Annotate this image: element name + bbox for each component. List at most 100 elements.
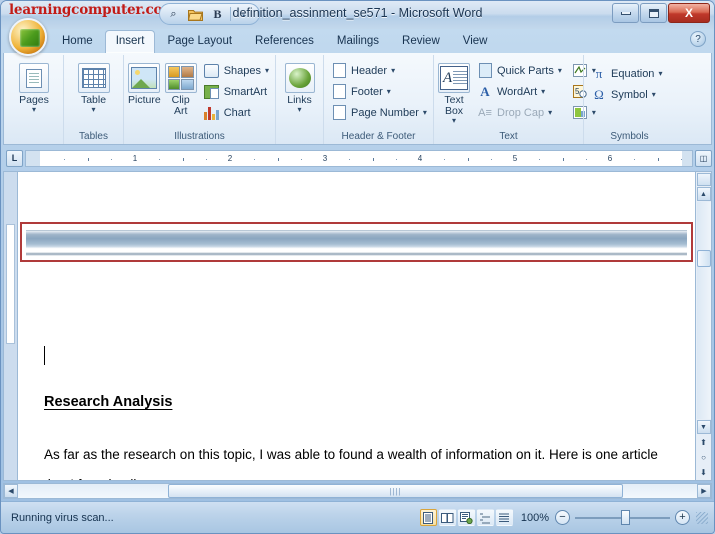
shapes-caret-icon[interactable]: ▾: [265, 66, 269, 75]
ruler-tick: [301, 158, 303, 160]
tab-view[interactable]: View: [452, 30, 499, 53]
links-icon: [284, 63, 315, 93]
clip-art-button[interactable]: Clip Art: [164, 58, 198, 118]
ruler-number: 5: [512, 153, 518, 163]
drop-cap-caret-icon[interactable]: ▾: [548, 108, 552, 117]
picture-button[interactable]: Picture: [127, 58, 162, 107]
vertical-scroll-track[interactable]: [696, 202, 711, 419]
wordart-caret-icon[interactable]: ▾: [541, 87, 545, 96]
table-caret-icon[interactable]: ▾: [91, 106, 95, 114]
tab-review[interactable]: Review: [391, 30, 451, 53]
maximize-button[interactable]: [640, 3, 667, 23]
zoom-level-label[interactable]: 100%: [521, 512, 549, 524]
symbol-button[interactable]: Ω Symbol ▾: [587, 84, 666, 105]
web-layout-view-button[interactable]: [457, 509, 475, 526]
drop-cap-label: Drop Cap: [497, 106, 545, 119]
smartart-label: SmartArt: [223, 85, 268, 98]
chart-icon: [204, 105, 220, 121]
scroll-up-button[interactable]: ▲: [696, 187, 711, 201]
links-caret-icon[interactable]: ▾: [297, 106, 301, 114]
office-logo-icon: [20, 29, 40, 47]
title-bar: learningcomputer.com ⌕ B ▾ definition_as…: [1, 1, 714, 29]
vertical-scrollbar[interactable]: ▲ ▼ ⬆ ○ ⬇: [696, 171, 712, 481]
zoom-in-button[interactable]: +: [675, 510, 690, 525]
ruler-number: 4: [417, 153, 423, 163]
text-box-button[interactable]: A Text Box ▾: [437, 58, 471, 126]
footer-icon: [331, 84, 347, 100]
pages-button[interactable]: Pages ▾: [11, 58, 57, 115]
zoom-slider[interactable]: [575, 510, 670, 525]
picture-icon: [128, 63, 161, 93]
document-page[interactable]: Research Analysis As far as the research…: [17, 171, 696, 481]
tab-mailings[interactable]: Mailings: [326, 30, 390, 53]
table-button[interactable]: Table ▾: [71, 58, 117, 115]
scroll-left-button[interactable]: ◀: [4, 484, 18, 498]
tab-page-layout[interactable]: Page Layout: [156, 30, 243, 53]
ribbon-group-illustrations: Picture Clip Art Shapes ▾ SmartArt Chart…: [123, 55, 275, 144]
next-object-button[interactable]: ⬇: [697, 466, 710, 479]
horizontal-scroll-thumb[interactable]: ||||: [168, 484, 623, 498]
links-button[interactable]: Links ▾: [279, 58, 320, 115]
ruler-tick: [443, 158, 445, 160]
header-caret-icon[interactable]: ▾: [391, 66, 395, 75]
pages-icon: [19, 63, 49, 93]
equation-caret-icon[interactable]: ▾: [658, 69, 662, 78]
full-screen-reading-view-button[interactable]: [438, 509, 456, 526]
tab-selector-button[interactable]: L: [6, 149, 23, 167]
vertical-scroll-thumb[interactable]: [696, 250, 711, 267]
smartart-button[interactable]: SmartArt: [200, 81, 273, 102]
shapes-label: Shapes: [223, 64, 261, 77]
scroll-right-button[interactable]: ▶: [697, 484, 711, 498]
text-box-caret-icon[interactable]: ▾: [452, 117, 456, 125]
wordart-button[interactable]: A WordArt ▾: [473, 81, 566, 102]
zoom-slider-thumb[interactable]: [621, 510, 630, 525]
ribbon-group-tables: Table ▾ Tables: [63, 55, 123, 144]
split-window-handle[interactable]: [696, 173, 711, 186]
shapes-button[interactable]: Shapes ▾: [200, 60, 273, 81]
office-button[interactable]: [9, 18, 47, 56]
draft-view-button[interactable]: [495, 509, 513, 526]
tab-references[interactable]: References: [244, 30, 325, 53]
ruler-number: 1: [132, 153, 138, 163]
close-button[interactable]: X: [668, 3, 710, 23]
symbol-icon: Ω: [594, 86, 604, 102]
pages-caret-icon[interactable]: ▾: [32, 106, 36, 114]
ruler-tick: [372, 157, 374, 161]
resize-grip[interactable]: [696, 511, 708, 524]
ruler-tick: [348, 158, 350, 160]
symbol-caret-icon[interactable]: ▾: [652, 90, 656, 99]
tab-insert[interactable]: Insert: [104, 30, 156, 53]
horizontal-scrollbar[interactable]: ◀ |||| ▶: [3, 483, 712, 499]
chart-button[interactable]: Chart: [200, 102, 273, 123]
ruler-tick: [562, 157, 564, 161]
quick-parts-button[interactable]: Quick Parts ▾: [473, 60, 566, 81]
previous-object-button[interactable]: ⬆: [697, 436, 710, 449]
page-number-caret-icon[interactable]: ▾: [423, 108, 427, 117]
quick-parts-caret-icon[interactable]: ▾: [558, 66, 562, 75]
page-number-button[interactable]: Page Number ▾: [327, 102, 431, 123]
help-icon[interactable]: ?: [690, 31, 706, 47]
ruler-right-margin: [682, 150, 692, 166]
zoom-out-button[interactable]: −: [555, 510, 570, 525]
drop-cap-button[interactable]: A≡ Drop Cap ▾: [473, 102, 566, 123]
drop-cap-icon: A≡: [478, 106, 492, 119]
vertical-ruler[interactable]: [3, 171, 17, 481]
ruler-options-icon[interactable]: ◫: [695, 149, 712, 167]
horizontal-ruler[interactable]: 1 2 3 4 5 6: [25, 149, 693, 167]
tab-home[interactable]: Home: [51, 30, 104, 53]
print-layout-view-button[interactable]: [419, 509, 437, 526]
scroll-down-button[interactable]: ▼: [696, 420, 711, 434]
outline-view-button[interactable]: [476, 509, 494, 526]
select-browse-object-button[interactable]: ○: [697, 451, 710, 464]
header-button[interactable]: Header ▾: [327, 60, 431, 81]
equation-button[interactable]: π Equation ▾: [587, 63, 666, 84]
text-box-icon: A: [438, 63, 470, 93]
minimize-button[interactable]: [612, 3, 639, 23]
footer-button[interactable]: Footer ▾: [327, 81, 431, 102]
view-buttons: [419, 509, 513, 526]
ribbon-group-pages: Pages ▾: [5, 55, 63, 144]
footer-caret-icon[interactable]: ▾: [387, 87, 391, 96]
header-banner-graphic[interactable]: [26, 230, 687, 256]
ruler-tick: [467, 157, 469, 161]
horizontal-scroll-track[interactable]: ||||: [18, 484, 697, 498]
